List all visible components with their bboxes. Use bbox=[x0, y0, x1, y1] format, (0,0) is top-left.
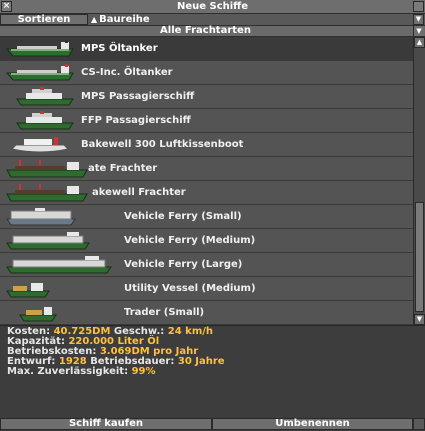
ship-row[interactable]: ate Frachter bbox=[0, 157, 413, 181]
utility-vessel-icon bbox=[6, 283, 50, 298]
vehicle-ferry-icon bbox=[6, 208, 76, 226]
speed-value: 24 km/h bbox=[167, 326, 214, 337]
reliability-line: Max. Zuverlässigkeit: 99% bbox=[7, 367, 425, 377]
ship-row[interactable]: MPS Öltanker bbox=[0, 37, 413, 61]
ship-name: akewell Frachter bbox=[92, 187, 186, 198]
cargo-ship-icon bbox=[6, 160, 88, 178]
oil-tanker-icon bbox=[5, 40, 74, 57]
reliability-label: Max. Zuverlässigkeit: bbox=[7, 366, 129, 377]
vehicle-ferry-icon bbox=[6, 232, 90, 250]
life-value: 30 Jahre bbox=[177, 356, 225, 367]
ship-name: MPS Passagierschiff bbox=[81, 91, 195, 102]
ship-name: Vehicle Ferry (Medium) bbox=[124, 235, 256, 246]
hovercraft-icon bbox=[10, 137, 70, 153]
scroll-thumb[interactable] bbox=[415, 202, 424, 312]
scroll-up-icon[interactable]: ▲ bbox=[414, 37, 425, 48]
ship-name: Trader (Small) bbox=[124, 307, 205, 318]
window-title: Neue Schiffe bbox=[176, 1, 249, 12]
passenger-ship-icon bbox=[16, 87, 74, 106]
resize-handle[interactable] bbox=[413, 418, 425, 430]
cargo-filter-dropdown[interactable]: Alle Frachtarten ▼ bbox=[0, 25, 425, 37]
rename-button[interactable]: Umbenennen bbox=[212, 418, 413, 430]
passenger-ship-icon bbox=[16, 111, 74, 130]
ship-name: MPS Öltanker bbox=[81, 43, 158, 54]
new-ships-window: × Neue Schiffe Sortieren ▲ Baureihe ▼ All… bbox=[0, 0, 425, 431]
ship-name: ate Frachter bbox=[88, 163, 158, 174]
reliability-value: 99% bbox=[131, 366, 156, 377]
sort-criterion-label: Baureihe bbox=[99, 14, 150, 25]
sticky-icon[interactable] bbox=[413, 1, 424, 12]
sort-row: Sortieren ▲ Baureihe ▼ bbox=[0, 14, 425, 25]
ship-row[interactable]: Vehicle Ferry (Large) bbox=[0, 253, 413, 277]
ship-row[interactable]: Bakewell 300 Luftkissenboot bbox=[0, 133, 413, 157]
trader-ship-icon bbox=[19, 307, 57, 322]
sort-order-icon: ▲ bbox=[91, 15, 98, 24]
ship-name: CS-Inc. Öltanker bbox=[81, 67, 173, 78]
ship-name: Vehicle Ferry (Small) bbox=[124, 211, 242, 222]
ship-details-panel: Kosten: 40.725DM Geschw.: 24 km/h Kapazi… bbox=[0, 325, 425, 417]
cargo-ship-icon bbox=[6, 184, 88, 202]
ship-row[interactable]: Vehicle Ferry (Medium) bbox=[0, 229, 413, 253]
sort-criterion[interactable]: ▲ Baureihe bbox=[91, 14, 150, 25]
sort-dropdown-icon[interactable]: ▼ bbox=[413, 14, 424, 25]
ship-name: Vehicle Ferry (Large) bbox=[124, 259, 243, 270]
title-bar[interactable]: × Neue Schiffe bbox=[0, 0, 425, 14]
ship-name: FFP Passagierschiff bbox=[81, 115, 191, 126]
cargo-dropdown-icon[interactable]: ▼ bbox=[413, 26, 424, 36]
ship-row[interactable]: akewell Frachter bbox=[0, 181, 413, 205]
ship-row[interactable]: FFP Passagierschiff bbox=[0, 109, 413, 133]
button-bar: Schiff kaufen Umbenennen bbox=[0, 417, 425, 431]
vehicle-ferry-icon bbox=[6, 256, 112, 274]
ship-row[interactable]: Utility Vessel (Medium) bbox=[0, 277, 413, 301]
ship-row[interactable]: MPS Passagierschiff bbox=[0, 85, 413, 109]
ship-name: Bakewell 300 Luftkissenboot bbox=[81, 139, 244, 150]
ship-row[interactable]: Trader (Small) bbox=[0, 301, 413, 325]
buy-ship-button[interactable]: Schiff kaufen bbox=[0, 418, 212, 430]
ship-name: Utility Vessel (Medium) bbox=[124, 283, 256, 294]
ship-row[interactable]: CS-Inc. Öltanker bbox=[0, 61, 413, 85]
scroll-down-icon[interactable]: ▼ bbox=[414, 314, 425, 325]
sort-button[interactable]: Sortieren bbox=[0, 14, 88, 25]
oil-tanker-icon bbox=[5, 64, 74, 81]
cargo-filter-label: Alle Frachtarten bbox=[160, 25, 251, 36]
ship-list[interactable]: MPS Öltanker CS-Inc. Öltanker MPS Passag… bbox=[0, 37, 413, 325]
ship-row[interactable]: Vehicle Ferry (Small) bbox=[0, 205, 413, 229]
list-scrollbar[interactable]: ▲ ▼ bbox=[413, 37, 425, 325]
